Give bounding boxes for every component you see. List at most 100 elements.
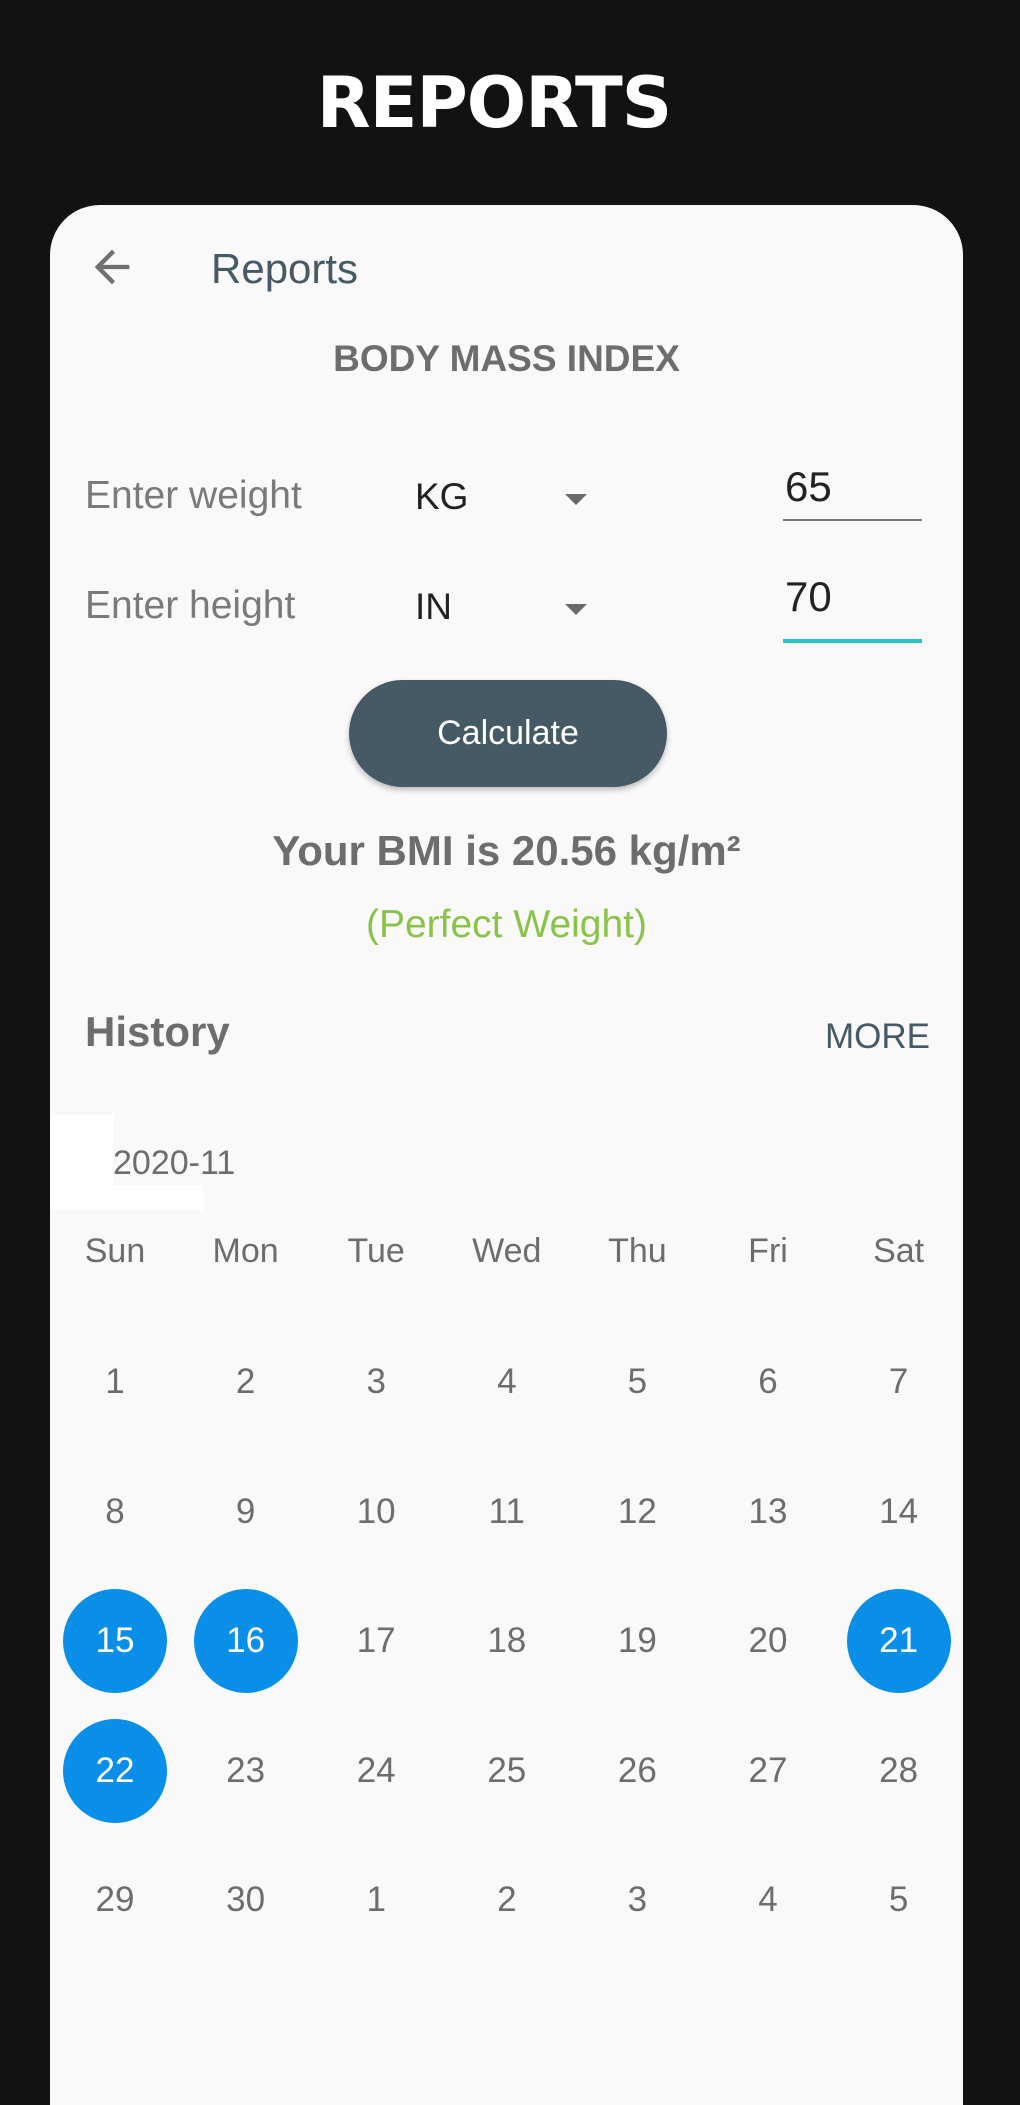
calendar-day[interactable]: 25	[442, 1719, 572, 1823]
calendar-day-number: 3	[366, 1362, 386, 1401]
height-row: Enter height IN	[50, 572, 963, 652]
calendar-day-number: 20	[748, 1621, 788, 1660]
weight-unit-value: KG	[415, 476, 469, 517]
calendar-day-number: 21	[879, 1621, 919, 1660]
calendar-day[interactable]: 9	[181, 1460, 311, 1564]
calendar-day-number: 13	[748, 1491, 788, 1531]
weight-label: Enter weight	[85, 474, 302, 517]
weekday-label: Sun	[84, 1232, 146, 1270]
calendar-day[interactable]: 13	[703, 1460, 833, 1564]
calendar-day-number: 11	[488, 1491, 525, 1531]
height-label: Enter height	[85, 584, 296, 627]
calendar-day[interactable]: 1	[311, 1848, 441, 1952]
height-input[interactable]	[783, 572, 927, 622]
app-bar-title: Reports	[211, 245, 359, 292]
calendar-day[interactable]: 8	[50, 1460, 180, 1564]
calendar-day-number: 29	[95, 1880, 135, 1919]
calendar-day-number: 27	[748, 1750, 788, 1790]
calendar-day[interactable]: 3	[311, 1330, 441, 1434]
calendar-day[interactable]: 24	[311, 1719, 441, 1823]
calendar-day-number: 2	[497, 1880, 517, 1919]
height-unit-dropdown[interactable]: IN	[415, 576, 605, 640]
weekday-label: Thu	[608, 1232, 667, 1270]
calendar-day-number: 1	[366, 1880, 386, 1919]
calendar-day[interactable]: 12	[572, 1460, 702, 1564]
month-header-bg	[113, 1185, 203, 1210]
calendar-day-number: 8	[105, 1491, 125, 1531]
calendar-day-marked[interactable]: 21	[834, 1589, 963, 1693]
calculate-button[interactable]: Calculate	[349, 680, 667, 787]
calendar-day[interactable]: 18	[442, 1589, 572, 1693]
calendar-day-number: 30	[226, 1880, 266, 1919]
calendar-day-marked[interactable]: 22	[50, 1718, 180, 1823]
weekday-label: Mon	[212, 1232, 279, 1270]
back-button[interactable]	[86, 241, 138, 293]
calendar-day-number: 22	[95, 1750, 135, 1790]
calendar-day-number: 23	[226, 1750, 266, 1790]
height-input-underline	[783, 639, 922, 643]
calendar-day-number: 19	[617, 1621, 657, 1660]
calendar-month-label: 2020-11	[113, 1144, 236, 1182]
more-link[interactable]: MORE	[825, 1017, 930, 1057]
weight-input[interactable]	[783, 462, 927, 512]
calendar-day[interactable]: 14	[834, 1460, 963, 1564]
calendar-day[interactable]: 3	[572, 1848, 702, 1952]
weekday-label: Tue	[347, 1232, 405, 1270]
weight-row: Enter weight KG	[50, 462, 963, 542]
calendar-day[interactable]: 7	[834, 1330, 963, 1434]
calendar-day[interactable]: 5	[834, 1848, 963, 1952]
calendar-day-number: 28	[879, 1750, 919, 1790]
phone-screen: Reports BODY MASS INDEX Enter weight KG …	[50, 205, 963, 2105]
calendar-day-marked[interactable]: 16	[181, 1589, 311, 1693]
calendar-day[interactable]: 2	[181, 1330, 311, 1434]
calendar-day[interactable]: 19	[572, 1589, 702, 1693]
bmi-category: (Perfect Weight)	[365, 903, 648, 946]
calendar-day-number: 1	[105, 1362, 125, 1401]
weekday-label: Sat	[873, 1232, 925, 1270]
caret-down-icon	[565, 604, 587, 615]
calendar-day-number: 9	[235, 1491, 256, 1531]
calendar-day-number: 15	[95, 1621, 135, 1660]
calendar-day-number: 25	[487, 1750, 527, 1790]
calendar-day-number: 6	[758, 1362, 778, 1401]
calendar-day-number: 7	[888, 1362, 909, 1401]
calendar-day-number: 26	[617, 1750, 657, 1790]
weight-unit-dropdown[interactable]: KG	[415, 466, 605, 530]
calendar-day[interactable]: 27	[703, 1719, 833, 1823]
height-unit-value: IN	[415, 586, 452, 627]
calendar-day[interactable]: 11	[442, 1460, 572, 1564]
calendar-day[interactable]: 1	[50, 1330, 180, 1434]
calendar-day-number: 4	[758, 1880, 778, 1919]
banner-title: REPORTS	[316, 62, 672, 144]
calendar-day[interactable]: 26	[572, 1719, 702, 1823]
calendar-day[interactable]: 6	[703, 1330, 833, 1434]
calendar-day[interactable]: 5	[572, 1330, 702, 1434]
calendar-day-number: 18	[487, 1621, 527, 1660]
arrow-left-icon	[94, 249, 130, 285]
calendar-day[interactable]: 23	[181, 1719, 311, 1823]
calendar-day[interactable]: 28	[834, 1719, 963, 1823]
section-title: BODY MASS INDEX	[333, 338, 680, 379]
calendar-day[interactable]: 4	[442, 1330, 572, 1434]
calendar-day[interactable]: 29	[50, 1848, 180, 1952]
history-title: History	[85, 1008, 230, 1055]
weekday-label: Wed	[472, 1232, 542, 1270]
weight-input-underline	[783, 519, 922, 521]
calendar-day[interactable]: 20	[703, 1589, 833, 1693]
calendar-day[interactable]: 2	[442, 1848, 572, 1952]
calendar-day-number: 5	[627, 1362, 648, 1401]
calendar-day-number: 14	[879, 1491, 919, 1531]
calendar-day[interactable]: 10	[311, 1460, 441, 1564]
calendar-day[interactable]: 17	[311, 1589, 441, 1693]
calendar-day-number: 17	[356, 1621, 396, 1660]
calendar-day[interactable]: 30	[181, 1848, 311, 1952]
bmi-result: Your BMI is 20.56 kg/m²	[272, 827, 741, 874]
calendar-day-number: 10	[356, 1491, 396, 1531]
calendar-day-number: 3	[627, 1880, 648, 1919]
calendar-day-number: 2	[235, 1362, 256, 1401]
month-header-bg	[50, 1115, 113, 1210]
calendar-day-marked[interactable]: 15	[50, 1589, 180, 1693]
caret-down-icon	[565, 494, 587, 505]
calendar-day[interactable]: 4	[703, 1848, 833, 1952]
calendar-day-number: 24	[356, 1750, 396, 1790]
